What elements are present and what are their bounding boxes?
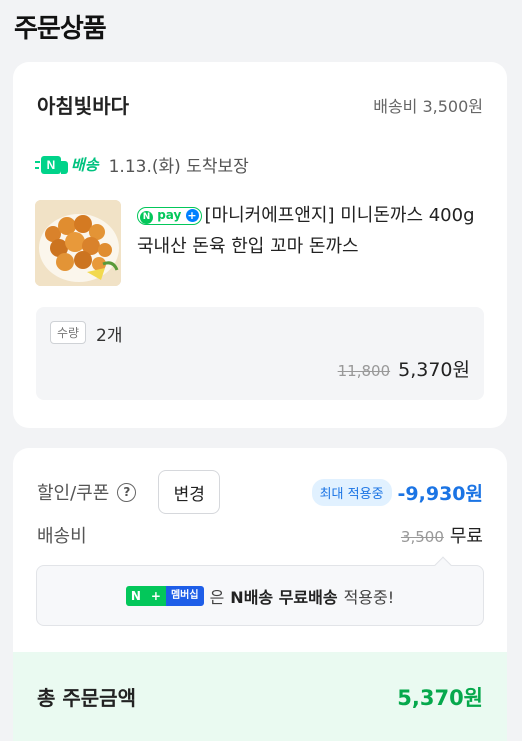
quantity-value: 2개 <box>96 326 123 346</box>
membership-msg-suffix: 적용중! <box>343 587 395 607</box>
quantity-tag: 수량 <box>50 321 87 344</box>
shipping-fee: 배송비 3,500원 <box>373 96 483 116</box>
change-coupon-button[interactable]: 변경 <box>158 470 221 514</box>
max-applied-badge: 최대 적용중 <box>311 478 392 506</box>
discount-row: 할인/쿠폰 ? 변경 최대 적용중 -9,930원 <box>37 470 483 514</box>
discount-amount: -9,930원 <box>397 482 483 505</box>
shipping-label: 배송비 <box>37 526 87 547</box>
seller-row: 아침빛바다 배송비 3,500원 <box>37 90 483 119</box>
delivery-badge-label: 배송 <box>71 156 99 174</box>
payment-summary-card: 할인/쿠폰 ? 변경 최대 적용중 -9,930원 배송비 3,500 무료 N… <box>13 448 507 741</box>
shipping-original: 3,500 <box>400 528 444 546</box>
order-item-card: 아침빛바다 배송비 3,500원 N 배송 1.13.(화) 도착보장 N pa… <box>13 62 507 428</box>
product-name[interactable]: N pay + [마니커에프앤지] 미니돈까스 400g 국내산 돈육 한입 꼬마… <box>137 200 477 286</box>
nplus-membership-badge: N + 멤버십 <box>125 585 204 606</box>
total-label: 총 주문금액 <box>37 686 136 710</box>
shipping-value: 무료 <box>449 526 483 547</box>
npay-plus-badge: N pay + <box>137 207 202 225</box>
arrival-guarantee: 1.13.(화) 도착보장 <box>108 157 249 177</box>
delivery-truck-icon: N <box>35 155 69 175</box>
membership-msg-prefix: 은 <box>209 587 225 607</box>
seller-name: 아침빛바다 <box>37 94 129 118</box>
sale-price: 5,370원 <box>398 359 470 381</box>
section-title: 주문상품 <box>14 14 107 44</box>
original-price: 11,800 <box>337 362 391 380</box>
product-image <box>35 200 121 286</box>
n-delivery-badge: N 배송 <box>35 154 99 175</box>
membership-notice: N + 멤버십 은 N배송 무료배송 적용중! <box>36 556 484 626</box>
delivery-row: N 배송 1.13.(화) 도착보장 <box>35 152 249 177</box>
total-bar: 총 주문금액 5,370원 <box>13 652 507 741</box>
product-row: N pay + [마니커에프앤지] 미니돈까스 400g 국내산 돈육 한입 꼬마… <box>35 200 477 286</box>
membership-msg-bold: N배송 무료배송 <box>230 587 338 607</box>
shipping-row: 배송비 3,500 무료 <box>37 522 483 548</box>
help-icon[interactable]: ? <box>117 482 137 502</box>
total-amount: 5,370원 <box>397 685 483 710</box>
discount-label: 할인/쿠폰 <box>37 483 110 504</box>
product-thumbnail[interactable] <box>35 200 121 286</box>
price-row: 11,800 5,370원 <box>338 355 470 382</box>
quantity-price-box: 수량 2개 11,800 5,370원 <box>36 307 484 400</box>
